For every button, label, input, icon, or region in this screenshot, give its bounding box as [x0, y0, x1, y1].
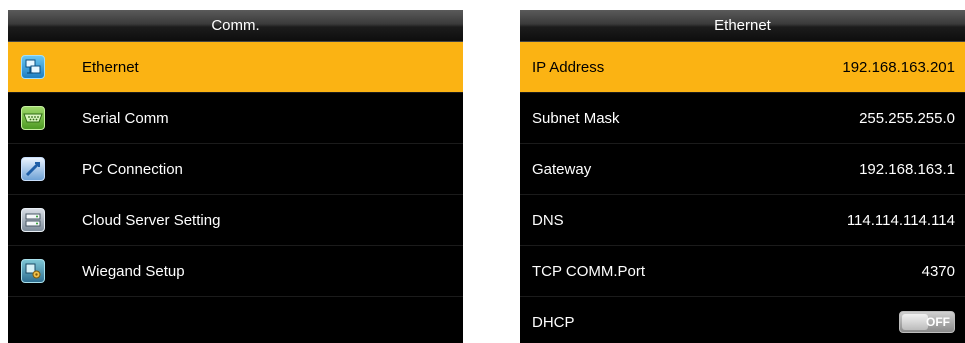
menu-item-cloud-server-setting[interactable]: Cloud Server Setting: [8, 195, 463, 246]
comm-title: Comm.: [8, 10, 463, 42]
menu-item-label: Ethernet: [82, 58, 139, 76]
setting-row-subnet-mask[interactable]: Subnet Mask 255.255.255.0: [520, 93, 965, 144]
menu-item-ethernet[interactable]: Ethernet: [8, 42, 463, 93]
setting-value: 114.114.114.114: [846, 211, 955, 229]
menu-item-label: Cloud Server Setting: [82, 211, 221, 229]
setting-value: 4370: [921, 262, 955, 280]
setting-value: 192.168.163.1: [859, 160, 955, 178]
dhcp-toggle[interactable]: OFF: [899, 311, 955, 333]
setting-label: DNS: [532, 211, 564, 229]
setting-value: 192.168.163.201: [842, 58, 955, 76]
toggle-state: OFF: [926, 315, 950, 329]
pc-connection-icon: [21, 157, 45, 181]
menu-item-serial-comm[interactable]: Serial Comm: [8, 93, 463, 144]
toggle-knob: [902, 314, 928, 330]
ethernet-screen: Ethernet IP Address 192.168.163.201 Subn…: [520, 10, 965, 343]
setting-row-dns[interactable]: DNS 114.114.114.114: [520, 195, 965, 246]
comm-screen: Comm. Ethernet Serial Comm PC Connection…: [8, 10, 463, 343]
menu-item-wiegand-setup[interactable]: Wiegand Setup: [8, 246, 463, 297]
wiegand-settings-icon: [21, 259, 45, 283]
setting-row-tcp-comm-port[interactable]: TCP COMM.Port 4370: [520, 246, 965, 297]
network-icon: [21, 55, 45, 79]
setting-label: TCP COMM.Port: [532, 262, 646, 280]
setting-label: Subnet Mask: [532, 109, 620, 127]
setting-row-dhcp[interactable]: DHCP OFF: [520, 297, 965, 343]
setting-label: IP Address: [532, 58, 605, 76]
menu-item-label: Wiegand Setup: [82, 262, 185, 280]
menu-item-label: Serial Comm: [82, 109, 169, 127]
cloud-server-icon: [21, 208, 45, 232]
setting-value: 255.255.255.0: [859, 109, 955, 127]
setting-row-ip-address[interactable]: IP Address 192.168.163.201: [520, 42, 965, 93]
menu-item-pc-connection[interactable]: PC Connection: [8, 144, 463, 195]
ethernet-title: Ethernet: [520, 10, 965, 42]
serial-port-icon: [21, 106, 45, 130]
setting-row-gateway[interactable]: Gateway 192.168.163.1: [520, 144, 965, 195]
menu-item-label: PC Connection: [82, 160, 183, 178]
setting-label: Gateway: [532, 160, 592, 178]
setting-label: DHCP: [532, 313, 575, 331]
